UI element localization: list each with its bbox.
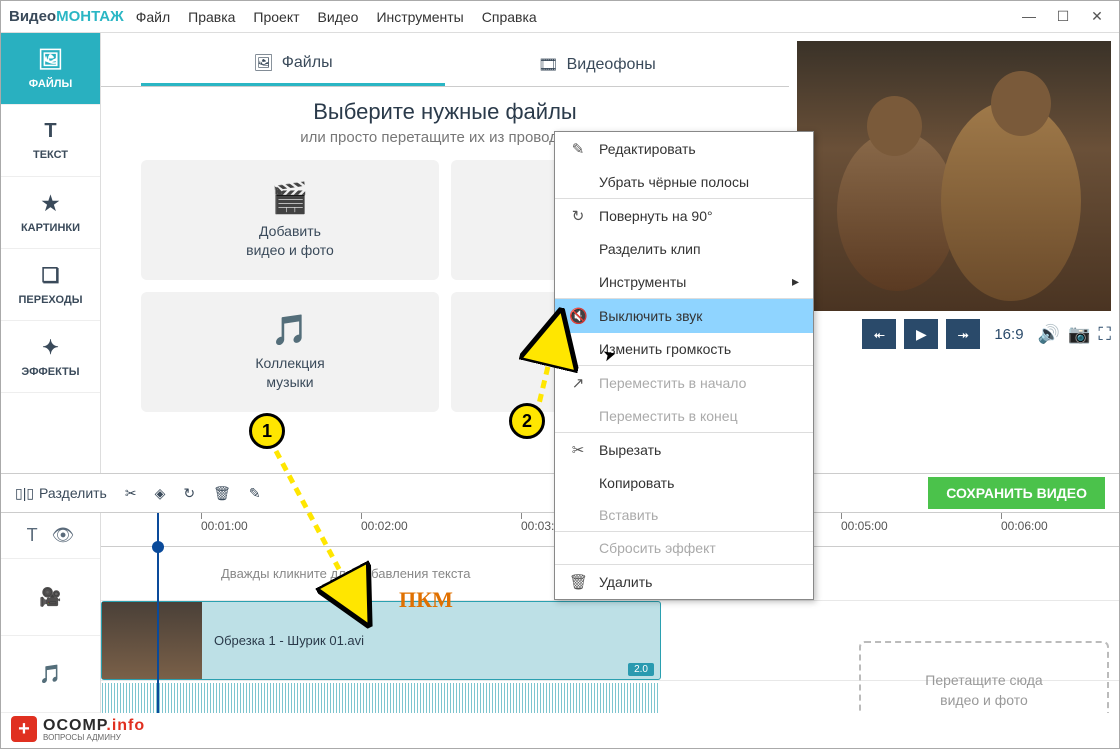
tab-video-backgrounds[interactable]: 🎞 Видеофоны (445, 43, 749, 86)
camera-icon: 🎞 (538, 55, 558, 75)
split-button[interactable]: ▯|▯ Разделить (15, 485, 107, 502)
ctx-копировать[interactable]: Копировать (555, 467, 813, 499)
ctx-вставить: Вставить (555, 499, 813, 531)
nav-text[interactable]: T ТЕКСТ (1, 105, 100, 177)
ctx-icon: ✎ (569, 140, 587, 158)
menu-project[interactable]: Проект (253, 9, 299, 25)
next-button[interactable]: ⯮ (946, 319, 980, 349)
ctx-вырезать[interactable]: ✂Вырезать (555, 433, 813, 467)
ctx-изменить-громкость[interactable]: Изменить громкость (555, 333, 813, 365)
clip-speed-badge: 2.0 (628, 663, 654, 676)
ctx-инструменты[interactable]: Инструменты▸ (555, 265, 813, 298)
play-button[interactable]: ▶ (904, 319, 938, 349)
ctx-удалить[interactable]: 🗑Удалить (555, 565, 813, 599)
clip-label: Обрезка 1 - Шурик 01.avi (202, 633, 376, 648)
prompt-title: Выберите нужные файлы (101, 99, 789, 125)
watermark: + OCOMP.info ВОПРОСЫ АДМИНУ (7, 714, 149, 744)
clapper-icon: 🎬 (271, 181, 308, 216)
left-nav: 🖼 ФАЙЛЫ T ТЕКСТ ★ КАРТИНКИ ❏ ПЕРЕХОДЫ ✦ … (1, 33, 101, 473)
ctx-убрать-ч-рные-полосы[interactable]: Убрать чёрные полосы (555, 166, 813, 198)
clip-thumbnail (102, 602, 202, 679)
ctx-переместить-в-конец: Переместить в конец (555, 400, 813, 432)
nav-images[interactable]: ★ КАРТИНКИ (1, 177, 100, 249)
menu-file[interactable]: Файл (136, 9, 170, 25)
window-close[interactable]: ✕ (1083, 8, 1111, 25)
clip-waveform (102, 683, 660, 713)
text-icon: T (44, 120, 56, 143)
audio-track-icon[interactable]: 🎵 (39, 664, 61, 685)
image-icon: 🖼 (38, 47, 63, 72)
nav-effects[interactable]: ✦ ЭФФЕКТЫ (1, 321, 100, 393)
menu-video[interactable]: Видео (318, 9, 359, 25)
layers-icon: ❏ (42, 263, 60, 288)
wand-icon: ✦ (42, 335, 59, 360)
chevron-right-icon: ▸ (792, 273, 799, 290)
menubar: Файл Правка Проект Видео Инструменты Спр… (136, 9, 537, 25)
edit-icon[interactable]: ✎ (249, 485, 261, 502)
star-icon: ★ (42, 191, 60, 216)
add-video-photo-button[interactable]: 🎬 Добавитьвидео и фото (141, 160, 439, 280)
dropzone[interactable]: Перетащите сюдавидео и фото (859, 641, 1109, 713)
save-video-button[interactable]: СОХРАНИТЬ ВИДЕО (928, 477, 1105, 509)
ctx-icon: 🔇 (569, 307, 587, 325)
tab-files[interactable]: 🖼 Файлы (141, 43, 445, 86)
cut-icon[interactable]: ✂ (125, 485, 137, 502)
music-collection-button[interactable]: 🎵 Коллекциямузыки (141, 292, 439, 412)
visibility-icon[interactable]: 👁 (52, 525, 75, 546)
volume-icon[interactable]: 🔊 (1038, 324, 1060, 345)
annotation-1: 1 (249, 413, 285, 449)
menu-help[interactable]: Справка (482, 9, 537, 25)
ctx-выключить-звук[interactable]: 🔇Выключить звук (555, 299, 813, 333)
arrow-1 (266, 446, 386, 626)
video-frame (797, 41, 1111, 311)
menu-edit[interactable]: Правка (188, 9, 235, 25)
preview-video[interactable] (797, 41, 1111, 311)
app-logo: ВидеоМОНТАЖ (9, 8, 124, 25)
ctx-icon: 🗑 (569, 573, 587, 591)
ctx-переместить-в-начало: ↗Переместить в начало (555, 366, 813, 400)
rotate-icon[interactable]: ↻ (183, 485, 195, 502)
text-track-icon[interactable]: T (27, 525, 38, 546)
snapshot-icon[interactable]: 📷 (1068, 324, 1090, 345)
video-track[interactable]: Обрезка 1 - Шурик 01.avi 2.0 Перетащите … (101, 601, 1119, 681)
ctx-разделить-клип[interactable]: Разделить клип (555, 233, 813, 265)
plus-icon: + (11, 716, 37, 742)
delete-icon[interactable]: 🗑 (213, 485, 231, 502)
ctx-icon: ↻ (569, 207, 587, 225)
nav-files[interactable]: 🖼 ФАЙЛЫ (1, 33, 100, 105)
window-minimize[interactable]: — (1015, 8, 1043, 25)
ctx-редактировать[interactable]: ✎Редактировать (555, 132, 813, 166)
prev-button[interactable]: ⯬ (862, 319, 896, 349)
video-track-icon[interactable]: 🎥 (39, 587, 61, 608)
music-note-icon: 🎵 (271, 313, 308, 348)
aspect-ratio[interactable]: 16:9 (994, 326, 1023, 343)
context-menu: ✎РедактироватьУбрать чёрные полосы↻Повер… (554, 131, 814, 600)
window-maximize[interactable]: ☐ (1049, 8, 1077, 25)
ctx-повернуть-на-90-[interactable]: ↻Повернуть на 90° (555, 199, 813, 233)
menu-tools[interactable]: Инструменты (376, 9, 463, 25)
nav-transitions[interactable]: ❏ ПЕРЕХОДЫ (1, 249, 100, 321)
crop-icon[interactable]: ◈ (155, 485, 166, 502)
playhead[interactable] (157, 513, 159, 713)
ctx-сбросить-эффект: Сбросить эффект (555, 532, 813, 564)
annotation-rmb: ПКМ (399, 587, 453, 613)
image-icon: 🖼 (253, 53, 273, 73)
annotation-2: 2 (509, 403, 545, 439)
fullscreen-icon[interactable]: ⛶ (1098, 324, 1111, 345)
